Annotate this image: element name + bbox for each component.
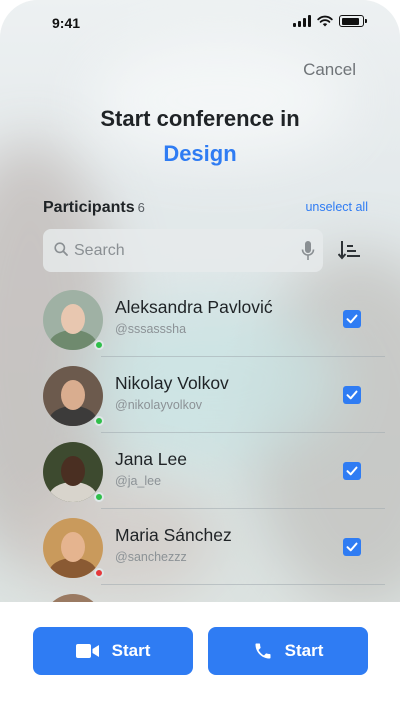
status-dot bbox=[94, 416, 104, 426]
search-input[interactable] bbox=[74, 229, 292, 272]
page-title: Start conference in bbox=[100, 106, 300, 131]
select-checkbox[interactable] bbox=[343, 386, 361, 404]
select-checkbox[interactable] bbox=[343, 462, 361, 480]
checkmark-icon bbox=[346, 390, 358, 400]
checkmark-icon bbox=[346, 542, 358, 552]
list-item[interactable]: Aleksandra Pavlović @sssasssha bbox=[0, 282, 400, 358]
sort-icon[interactable] bbox=[338, 239, 362, 261]
select-checkbox[interactable] bbox=[343, 310, 361, 328]
participant-name: Maria Sánchez bbox=[115, 525, 232, 545]
unselect-all-link[interactable]: unselect all bbox=[305, 200, 368, 214]
search-icon bbox=[54, 242, 68, 256]
participant-name: Jana Lee bbox=[115, 449, 188, 469]
wifi-icon bbox=[317, 15, 333, 27]
start-call-button[interactable]: Start bbox=[208, 627, 368, 675]
row-divider bbox=[101, 356, 385, 357]
video-camera-icon bbox=[75, 644, 99, 658]
start-video-label: Start bbox=[111, 641, 151, 660]
action-bar: Start Start bbox=[0, 602, 400, 710]
group-name: Design bbox=[163, 141, 237, 166]
checkmark-icon bbox=[346, 466, 358, 476]
start-video-button[interactable]: Start bbox=[33, 627, 193, 675]
participant-name: Aleksandra Pavlović bbox=[115, 297, 273, 317]
participant-handle: @sssasssha bbox=[115, 322, 187, 336]
status-time: 9:41 bbox=[52, 15, 81, 31]
search-bar bbox=[43, 229, 323, 272]
participants-list: Aleksandra Pavlović @sssasssha Nikolay V… bbox=[0, 282, 400, 604]
participants-heading: Participants 6 bbox=[43, 199, 145, 217]
participant-handle: @nikolayvolkov bbox=[115, 398, 203, 412]
list-item[interactable]: Jana Lee @ja_lee bbox=[0, 434, 400, 510]
participant-handle: @sanchezzz bbox=[115, 550, 187, 564]
participant-handle: @ja_lee bbox=[115, 474, 162, 488]
status-dot bbox=[94, 340, 104, 350]
row-divider bbox=[101, 432, 385, 433]
row-divider bbox=[101, 508, 385, 509]
row-divider bbox=[101, 584, 385, 585]
status-dot bbox=[94, 492, 104, 502]
select-checkbox[interactable] bbox=[343, 538, 361, 556]
checkmark-icon bbox=[346, 314, 358, 324]
conference-screen: 9:41 Cancel Start conference in Design P… bbox=[0, 0, 400, 710]
microphone-icon[interactable] bbox=[301, 240, 315, 262]
list-item[interactable]: Maria Sánchez @sanchezzz bbox=[0, 510, 400, 586]
phone-icon bbox=[255, 643, 271, 659]
status-dot bbox=[94, 568, 104, 578]
participant-name: Nikolay Volkov bbox=[115, 373, 229, 393]
status-bar: 9:41 bbox=[0, 12, 400, 34]
cancel-button[interactable]: Cancel bbox=[303, 60, 356, 80]
start-call-label: Start bbox=[284, 641, 324, 660]
participants-label: Participants bbox=[43, 199, 135, 216]
list-item[interactable]: Nikolay Volkov @nikolayvolkov bbox=[0, 358, 400, 434]
participants-count: 6 bbox=[137, 200, 145, 215]
signal-icon bbox=[293, 15, 311, 27]
battery-icon bbox=[339, 15, 367, 27]
